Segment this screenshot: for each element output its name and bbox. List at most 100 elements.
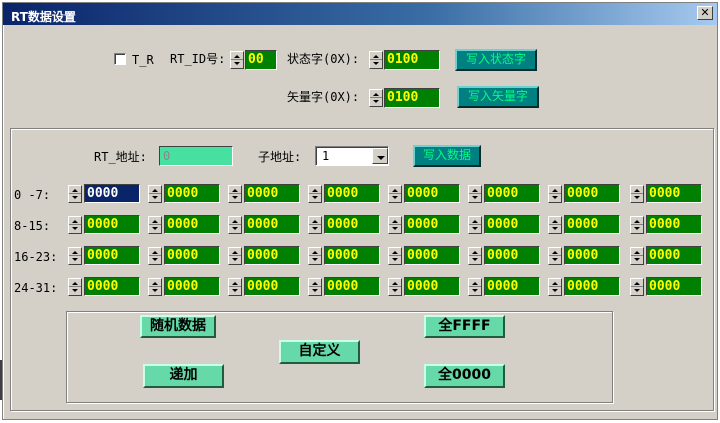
custom-button[interactable]: 自定义	[279, 340, 360, 364]
data-word-field[interactable]: 0000	[646, 184, 702, 203]
spin-down-icon	[634, 196, 640, 199]
word-spinner[interactable]	[148, 278, 162, 296]
write-data-button[interactable]: 写入数据	[413, 145, 481, 167]
data-word-field[interactable]: 0000	[564, 215, 620, 234]
data-word-field[interactable]: 0000	[244, 184, 300, 203]
data-word-field[interactable]: 0000	[484, 277, 540, 296]
row-label: 8-15:	[14, 219, 51, 233]
data-word-field[interactable]: 0000	[404, 277, 460, 296]
all-ffff-button[interactable]: 全FFFF	[424, 315, 505, 338]
rt-id-spinner[interactable]	[230, 51, 244, 69]
word-spinner[interactable]	[548, 216, 562, 234]
word-spinner[interactable]	[148, 247, 162, 265]
data-word-field[interactable]: 0000	[84, 246, 140, 265]
word-spinner[interactable]	[68, 185, 82, 203]
tr-checkbox[interactable]	[114, 53, 126, 65]
spin-up-icon	[392, 220, 398, 223]
spin-down-icon	[72, 196, 78, 199]
data-word-field[interactable]: 0000	[564, 277, 620, 296]
spin-up-icon	[72, 189, 78, 192]
word-spinner[interactable]	[228, 247, 242, 265]
spin-down-icon	[634, 258, 640, 261]
data-word-field[interactable]: 0000	[564, 246, 620, 265]
word-spinner[interactable]	[228, 185, 242, 203]
spin-up-icon	[232, 220, 238, 223]
data-word-field[interactable]: 0000	[164, 277, 220, 296]
sub-address-dropdown-button[interactable]	[372, 148, 388, 164]
data-word-field[interactable]: 0000	[484, 184, 540, 203]
word-spinner[interactable]	[388, 247, 402, 265]
data-word-field[interactable]: 0000	[404, 246, 460, 265]
word-spinner[interactable]	[630, 247, 644, 265]
increment-button[interactable]: 递加	[143, 364, 224, 388]
title-bar: RT数据设置	[3, 3, 717, 25]
data-word-field[interactable]: 0000	[244, 246, 300, 265]
spin-up-icon	[312, 251, 318, 254]
spin-down-icon	[234, 62, 240, 65]
data-word-field[interactable]: 0000	[404, 215, 460, 234]
status-word-field[interactable]: 0100	[384, 50, 440, 70]
word-spinner[interactable]	[308, 247, 322, 265]
word-spinner[interactable]	[630, 278, 644, 296]
word-spinner[interactable]	[388, 185, 402, 203]
vector-word-spinner[interactable]	[369, 89, 383, 107]
word-spinner[interactable]	[468, 247, 482, 265]
data-word-field[interactable]: 0000	[324, 246, 380, 265]
word-spinner[interactable]	[468, 278, 482, 296]
word-spinner[interactable]	[308, 216, 322, 234]
word-spinner[interactable]	[148, 185, 162, 203]
word-spinner[interactable]	[68, 216, 82, 234]
word-spinner[interactable]	[228, 216, 242, 234]
word-spinner[interactable]	[548, 247, 562, 265]
data-word-field[interactable]: 0000	[244, 215, 300, 234]
all-0000-button[interactable]: 全0000	[424, 364, 505, 388]
data-word-field[interactable]: 0000	[404, 184, 460, 203]
word-spinner[interactable]	[548, 278, 562, 296]
write-status-button[interactable]: 写入状态字	[455, 49, 537, 71]
word-spinner[interactable]	[548, 185, 562, 203]
data-word-field[interactable]: 0000	[164, 246, 220, 265]
write-vector-button[interactable]: 写入矢量字	[457, 86, 539, 108]
vector-word-label: 矢量字(0X):	[287, 90, 360, 104]
word-spinner[interactable]	[68, 247, 82, 265]
data-word-field[interactable]: 0000	[244, 277, 300, 296]
random-data-button[interactable]: 随机数据	[140, 315, 216, 338]
data-word-field[interactable]: 0000	[84, 277, 140, 296]
word-spinner[interactable]	[388, 278, 402, 296]
rt-address-field[interactable]: 0	[159, 146, 233, 166]
spin-up-icon	[392, 251, 398, 254]
word-spinner[interactable]	[388, 216, 402, 234]
word-spinner[interactable]	[468, 216, 482, 234]
data-word-field[interactable]: 0000	[84, 184, 140, 203]
spin-down-icon	[312, 227, 318, 230]
vector-word-field[interactable]: 0100	[384, 88, 440, 108]
data-word-field[interactable]: 0000	[324, 277, 380, 296]
sub-address-value: 1	[322, 149, 330, 163]
data-word-field[interactable]: 0000	[84, 215, 140, 234]
data-word-field[interactable]: 0000	[646, 246, 702, 265]
data-word-field[interactable]: 0000	[324, 184, 380, 203]
data-word-field[interactable]: 0000	[164, 184, 220, 203]
word-spinner[interactable]	[228, 278, 242, 296]
spin-down-icon	[552, 227, 558, 230]
data-word-field[interactable]: 0000	[164, 215, 220, 234]
word-spinner[interactable]	[308, 185, 322, 203]
close-button[interactable]: ✕	[697, 6, 713, 20]
word-spinner[interactable]	[630, 185, 644, 203]
data-word-field[interactable]: 0000	[484, 246, 540, 265]
data-word-field[interactable]: 0000	[484, 215, 540, 234]
data-word-field[interactable]: 0000	[564, 184, 620, 203]
spin-up-icon	[232, 251, 238, 254]
spin-up-icon	[552, 251, 558, 254]
word-spinner[interactable]	[68, 278, 82, 296]
data-word-field[interactable]: 0000	[646, 277, 702, 296]
data-word-field[interactable]: 0000	[324, 215, 380, 234]
status-word-spinner[interactable]	[369, 51, 383, 69]
data-word-field[interactable]: 0000	[646, 215, 702, 234]
spin-up-icon	[312, 220, 318, 223]
rt-id-field[interactable]: 00	[245, 50, 277, 70]
word-spinner[interactable]	[630, 216, 644, 234]
word-spinner[interactable]	[468, 185, 482, 203]
word-spinner[interactable]	[308, 278, 322, 296]
word-spinner[interactable]	[148, 216, 162, 234]
